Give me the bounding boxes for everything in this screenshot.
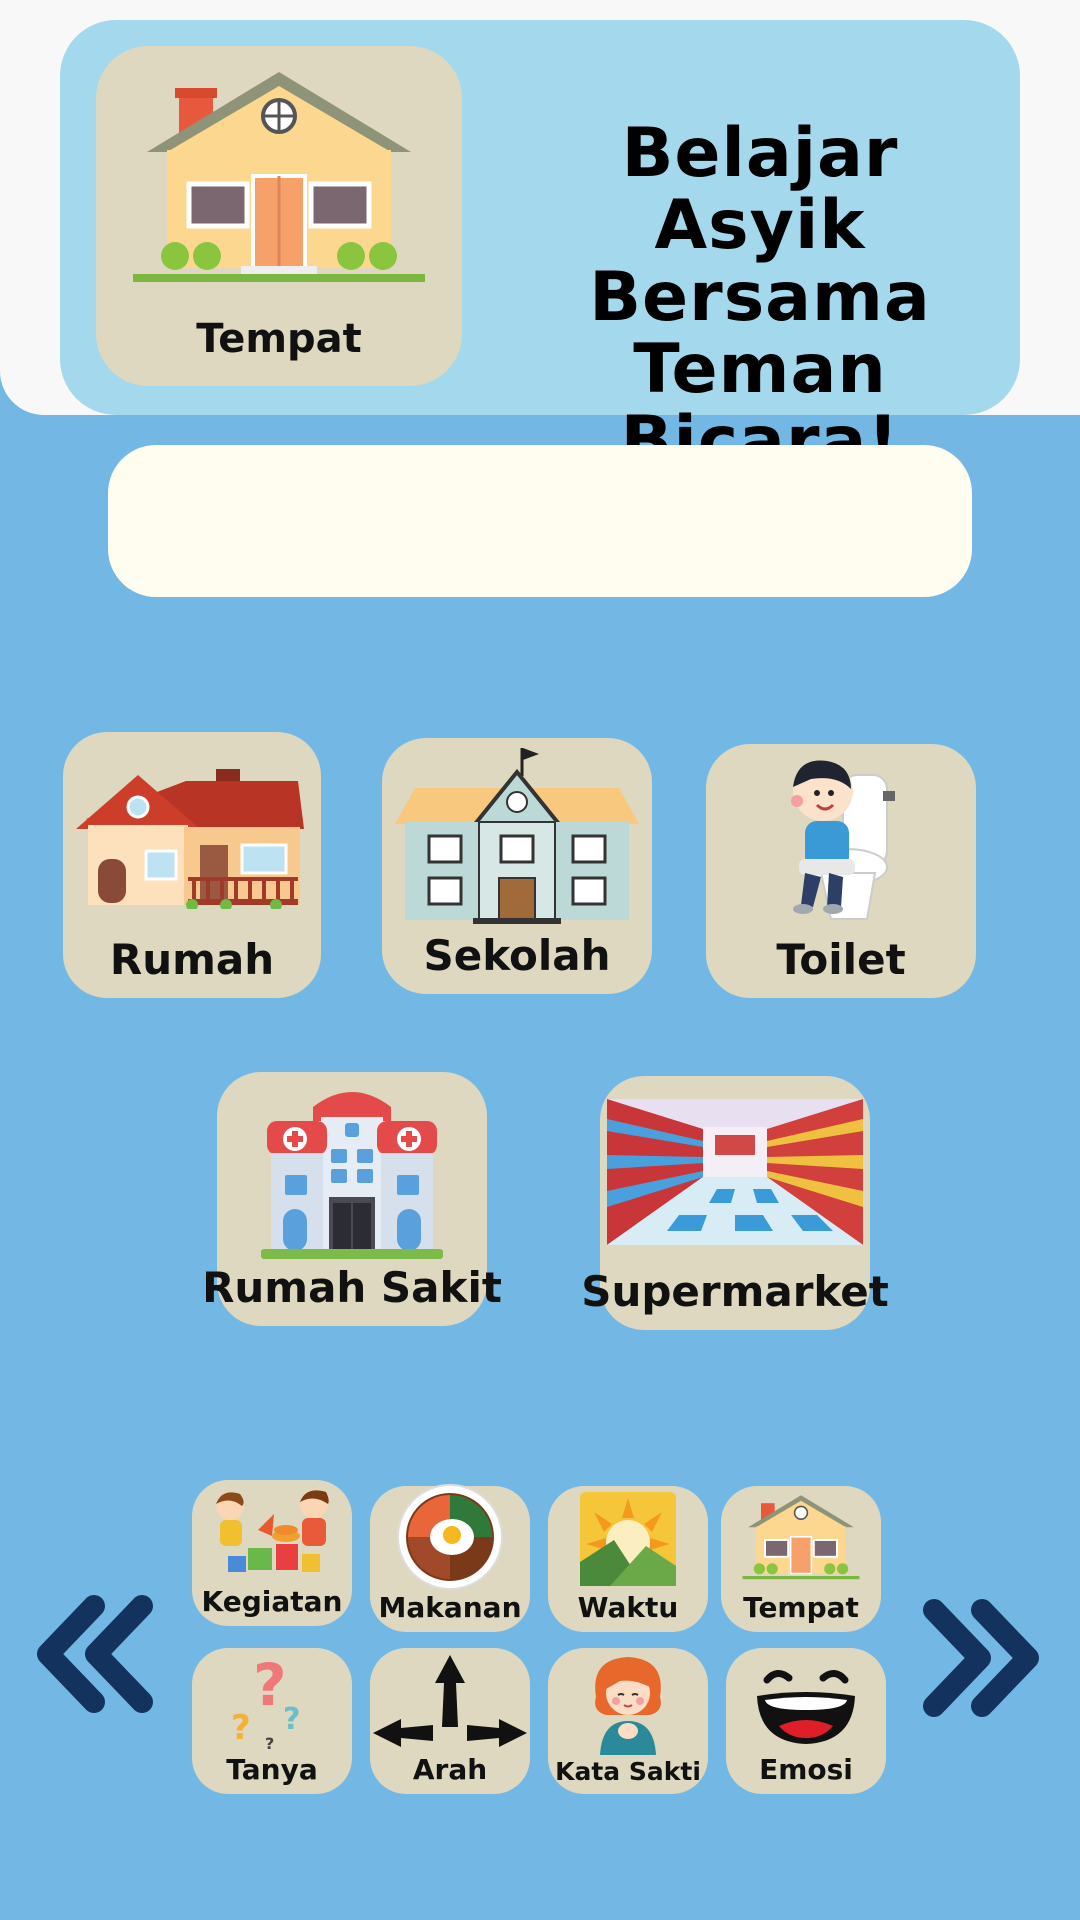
category-arah-label: Arah: [412, 1753, 488, 1786]
home-icon: [76, 768, 304, 909]
school-icon: [395, 747, 639, 924]
sentence-bar[interactable]: [108, 445, 972, 597]
category-tanya-label: Tanya: [226, 1753, 318, 1786]
girl-icon: [595, 1656, 661, 1755]
tile-rumah[interactable]: Rumah: [63, 732, 321, 998]
double-chevron-right-icon[interactable]: [918, 1598, 1046, 1718]
category-waktu[interactable]: Waktu: [548, 1486, 708, 1632]
svg-text:?: ?: [265, 1734, 274, 1749]
app-title: Belajar Asyik Bersama Teman Bicara!: [520, 118, 1000, 478]
category-emosi-label: Emosi: [759, 1753, 853, 1786]
category-makanan[interactable]: Makanan: [370, 1484, 530, 1632]
house-icon: [133, 71, 425, 282]
sun-icon: [580, 1491, 676, 1586]
tile-sekolah[interactable]: Sekolah: [382, 738, 652, 994]
tile-toilet[interactable]: Toilet: [706, 744, 976, 998]
category-tempat-label: Tempat: [743, 1591, 859, 1624]
category-arah[interactable]: Arah: [370, 1648, 530, 1794]
house-icon: [742, 1494, 860, 1579]
supermarket-icon: [607, 1098, 863, 1245]
title-line-1: Belajar Asyik: [621, 114, 899, 265]
tile-rumah-label: Rumah: [109, 935, 275, 984]
category-emosi[interactable]: Emosi: [726, 1648, 886, 1794]
svg-text:?: ?: [231, 1708, 251, 1748]
svg-text:?: ?: [253, 1653, 287, 1719]
laughing-face-icon: [757, 1669, 855, 1744]
tile-toilet-label: Toilet: [776, 935, 906, 984]
category-waktu-label: Waktu: [577, 1591, 679, 1624]
tile-supermarket-label: Supermarket: [581, 1267, 889, 1316]
directions-icon: [373, 1654, 527, 1747]
category-kegiatan-label: Kegiatan: [201, 1585, 343, 1618]
food-plate-icon: [397, 1484, 503, 1590]
title-line-2: Bersama: [589, 258, 931, 337]
hospital-icon: [261, 1091, 443, 1259]
category-tanya[interactable]: ? ? ? ? Tanya: [192, 1648, 352, 1794]
category-kegiatan[interactable]: Kegiatan: [192, 1480, 352, 1626]
current-category-tile[interactable]: Tempat: [96, 46, 462, 386]
double-chevron-left-icon[interactable]: [30, 1594, 158, 1714]
category-kata-sakti-label: Kata Sakti: [555, 1757, 701, 1786]
tile-rumah-sakit-label: Rumah Sakit: [202, 1263, 502, 1312]
kids-playing-icon: [216, 1489, 329, 1572]
category-makanan-label: Makanan: [378, 1591, 522, 1624]
svg-text:?: ?: [283, 1702, 300, 1737]
question-marks-icon: ? ? ? ?: [231, 1653, 300, 1749]
current-category-label: Tempat: [196, 316, 362, 362]
tile-sekolah-label: Sekolah: [423, 931, 611, 980]
tile-rumah-sakit[interactable]: Rumah Sakit: [202, 1072, 502, 1326]
toilet-icon: [791, 760, 895, 920]
tile-supermarket[interactable]: Supermarket: [581, 1076, 889, 1330]
category-kata-sakti[interactable]: Kata Sakti: [548, 1648, 708, 1794]
category-tempat[interactable]: Tempat: [721, 1486, 881, 1632]
